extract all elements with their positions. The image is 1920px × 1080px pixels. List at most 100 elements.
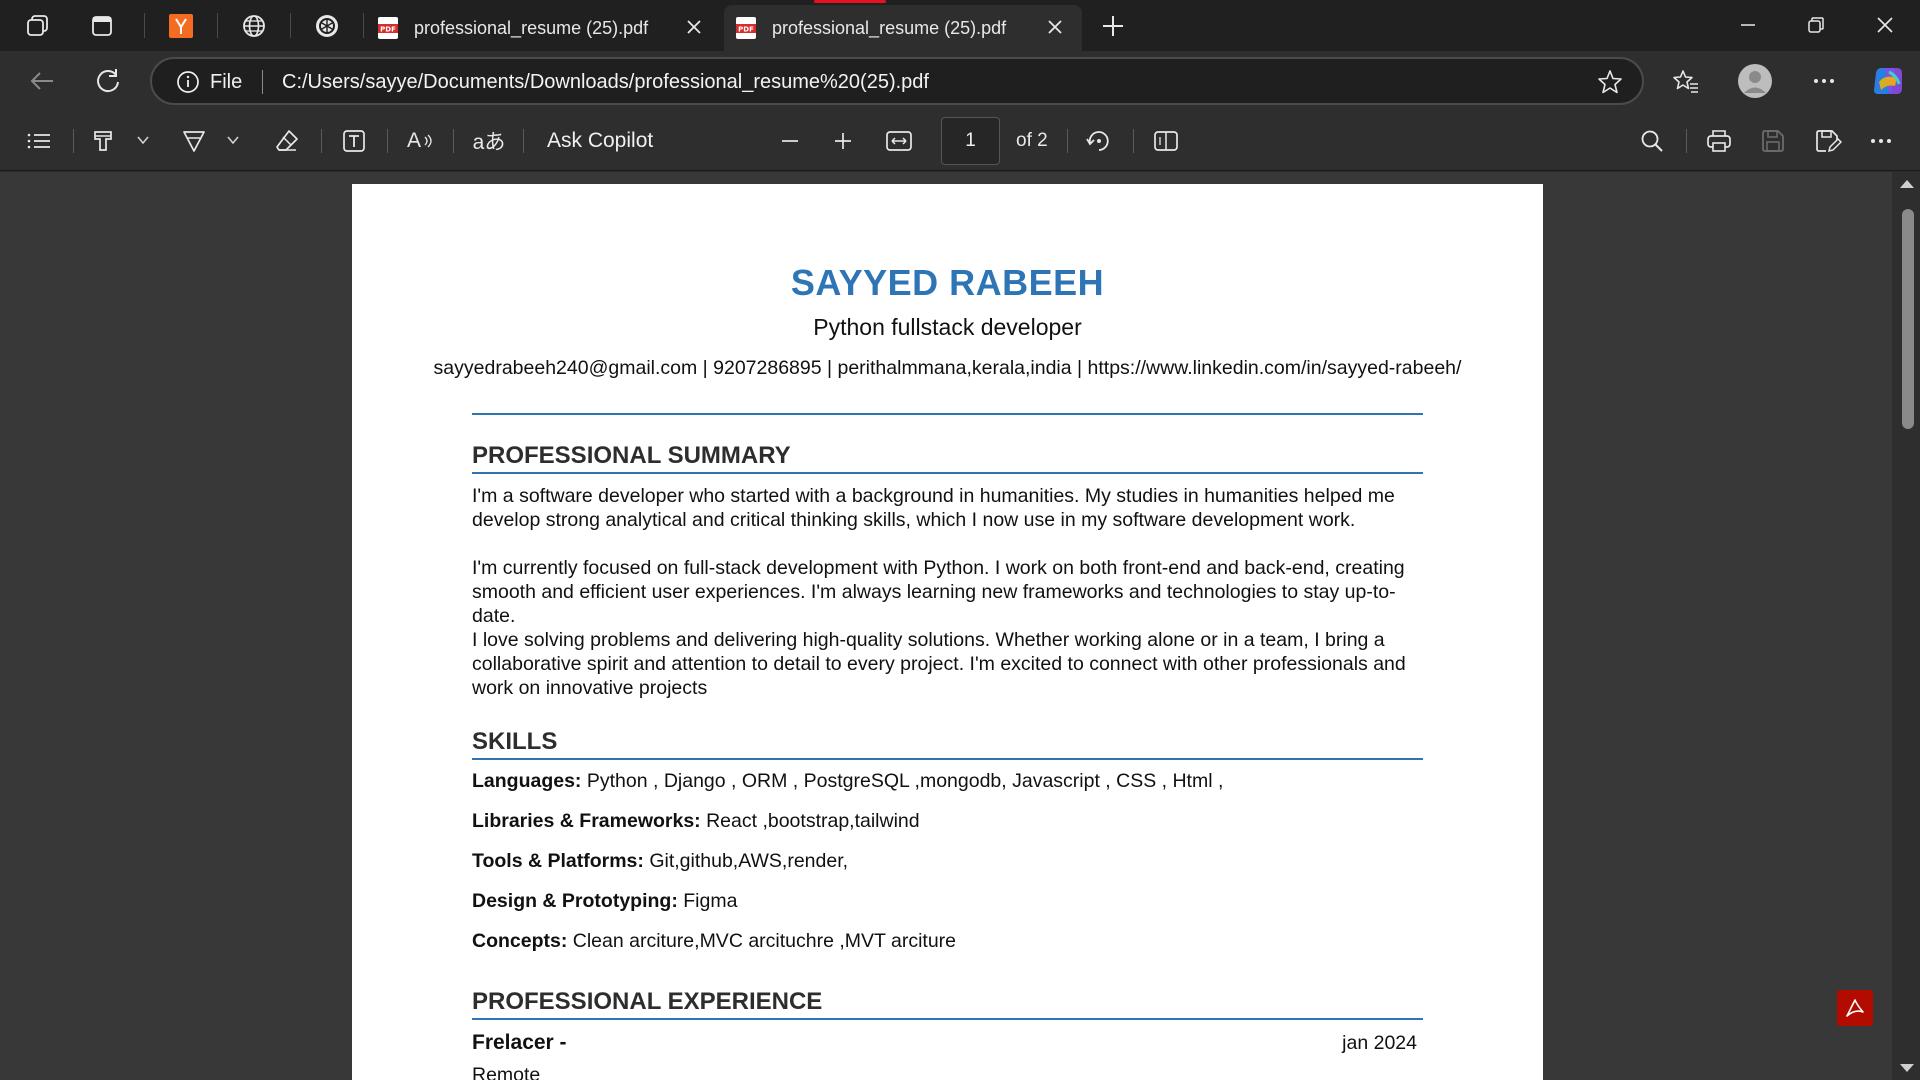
- fit-to-width-icon[interactable]: [884, 126, 914, 156]
- close-window-icon[interactable]: [1865, 10, 1905, 40]
- url-text[interactable]: C:/Users/sayye/Documents/Downloads/profe…: [282, 71, 929, 94]
- section-divider: [472, 758, 1423, 760]
- favorite-star-icon[interactable]: [1596, 68, 1624, 96]
- tab-actions-icon[interactable]: [87, 11, 117, 41]
- section-divider: [472, 472, 1423, 474]
- add-text-icon[interactable]: [339, 126, 369, 156]
- pdf-file-icon: PDF: [736, 17, 756, 39]
- contents-list-icon[interactable]: [24, 126, 54, 156]
- page-number-input[interactable]: [941, 117, 1000, 165]
- pdf-file-icon: PDF: [378, 17, 398, 39]
- skill-design: Design & Prototyping: Figma: [472, 890, 737, 913]
- more-options-icon[interactable]: [1806, 63, 1842, 99]
- active-tab-indicator: [814, 0, 886, 3]
- close-tab-icon[interactable]: [1044, 16, 1066, 38]
- toolbar-separator: [1133, 129, 1134, 153]
- zoom-out-icon[interactable]: [775, 126, 805, 156]
- toolbar-separator: [453, 129, 454, 153]
- translate-glyph: aあ: [472, 131, 506, 154]
- svg-text:PDF: PDF: [380, 26, 396, 34]
- pdf-page-1: SAYYED RABEEH Python fullstack developer…: [352, 184, 1543, 1080]
- summary-paragraph-2: I'm currently focused on full-stack deve…: [472, 557, 1405, 627]
- job-title: Frelacer -: [472, 1031, 567, 1054]
- navigation-bar: File C:/Users/sayye/Documents/Downloads/…: [0, 51, 1920, 111]
- skill-label: Languages:: [472, 770, 582, 792]
- scroll-down-arrow-icon[interactable]: [1900, 1064, 1914, 1072]
- tab-title: professional_resume (25).pdf: [772, 17, 1007, 38]
- scrollbar-thumb[interactable]: [1902, 209, 1914, 429]
- pdf-toolbar: A aあ Ask Copilot of 2: [0, 111, 1920, 171]
- tab-pdf-1[interactable]: PDF professional_resume (25).pdf: [366, 5, 721, 51]
- address-bar[interactable]: File C:/Users/sayye/Documents/Downloads/…: [150, 57, 1644, 105]
- restore-icon[interactable]: [1796, 10, 1836, 40]
- copilot-icon[interactable]: [1870, 63, 1906, 99]
- translate-icon[interactable]: aあ: [471, 126, 507, 156]
- pdf-viewport[interactable]: SAYYED RABEEH Python fullstack developer…: [0, 172, 1920, 1080]
- resume-name: SAYYED RABEEH: [790, 262, 1105, 303]
- tab-separator: [217, 13, 218, 38]
- tab-separator: [363, 13, 364, 38]
- save-as-icon[interactable]: [1813, 126, 1843, 156]
- highlight-icon[interactable]: [88, 126, 118, 156]
- favorites-icon[interactable]: [1668, 63, 1704, 99]
- minimize-icon[interactable]: [1728, 10, 1768, 40]
- job-date: jan 2024: [1342, 1032, 1417, 1054]
- profile-avatar[interactable]: [1737, 63, 1773, 99]
- scroll-up-arrow-icon[interactable]: [1900, 180, 1914, 188]
- info-icon: [177, 71, 199, 93]
- new-tab-icon[interactable]: [1098, 11, 1128, 41]
- skill-label: Concepts:: [472, 930, 568, 952]
- ask-copilot-button[interactable]: Ask Copilot: [547, 129, 653, 153]
- skill-value: Figma: [677, 890, 738, 912]
- skill-label: Design & Prototyping:: [472, 890, 678, 912]
- job-entry: Frelacer - jan 2024: [472, 1031, 1417, 1055]
- resume-contact: sayyedrabeeh240@gmail.com | 9207286895 |…: [433, 357, 1462, 379]
- read-aloud-glyph: A: [406, 129, 421, 152]
- close-tab-icon[interactable]: [683, 16, 705, 38]
- job-location: Remote: [472, 1064, 541, 1080]
- tab-separator: [144, 13, 145, 38]
- acrobat-icon[interactable]: [1837, 990, 1873, 1026]
- page-view-icon[interactable]: [1151, 126, 1181, 156]
- experience-heading: PROFESSIONAL EXPERIENCE: [472, 988, 823, 1015]
- tab-title: professional_resume (25).pdf: [414, 17, 649, 38]
- save-icon[interactable]: [1758, 126, 1788, 156]
- tab-separator: [290, 13, 291, 38]
- summary-paragraph-1: I'm a software developer who started wit…: [472, 485, 1395, 531]
- summary-heading: PROFESSIONAL SUMMARY: [472, 442, 791, 469]
- page-count: of 2: [1016, 130, 1048, 151]
- skill-label: Libraries & Frameworks:: [472, 810, 701, 832]
- refresh-icon[interactable]: [90, 63, 126, 99]
- yandex-tab-icon[interactable]: [166, 11, 196, 41]
- globe-tab-icon[interactable]: [239, 11, 269, 41]
- read-aloud-icon[interactable]: A: [405, 126, 435, 156]
- workspaces-icon[interactable]: [23, 11, 53, 41]
- rotate-icon[interactable]: [1084, 126, 1114, 156]
- skill-value: Python , Django , ORM , PostgreSQL ,mong…: [581, 770, 1224, 792]
- toolbar-separator: [523, 129, 524, 153]
- chatgpt-tab-icon[interactable]: [312, 11, 342, 41]
- highlight-options-chevron-down-icon[interactable]: [136, 133, 150, 147]
- eraser-icon[interactable]: [272, 126, 302, 156]
- skill-languages: Languages: Python , Django , ORM , Postg…: [472, 770, 1223, 793]
- skill-concepts: Concepts: Clean arciture,MVC arcituchre …: [472, 930, 956, 953]
- site-info-button[interactable]: File: [176, 70, 242, 94]
- tab-pdf-2-active[interactable]: PDF professional_resume (25).pdf: [724, 0, 1082, 51]
- zoom-in-icon[interactable]: [828, 126, 858, 156]
- skill-tools: Tools & Platforms: Git,github,AWS,render…: [472, 850, 848, 873]
- header-divider: [472, 413, 1423, 415]
- skill-value: React ,bootstrap,tailwind: [700, 810, 920, 832]
- toolbar-separator: [1067, 129, 1068, 153]
- draw-options-chevron-down-icon[interactable]: [226, 133, 240, 147]
- draw-icon[interactable]: [179, 126, 209, 156]
- toolbar-separator: [73, 129, 74, 153]
- vertical-scrollbar[interactable]: [1892, 172, 1920, 1080]
- print-icon[interactable]: [1704, 126, 1734, 156]
- back-icon[interactable]: [24, 63, 60, 99]
- section-divider: [472, 1018, 1423, 1020]
- search-icon[interactable]: [1637, 126, 1667, 156]
- skill-label: Tools & Platforms:: [472, 850, 644, 872]
- pdf-more-options-icon[interactable]: [1866, 126, 1896, 156]
- summary-paragraph-3: I love solving problems and delivering h…: [472, 629, 1406, 699]
- skills-heading: SKILLS: [472, 728, 558, 755]
